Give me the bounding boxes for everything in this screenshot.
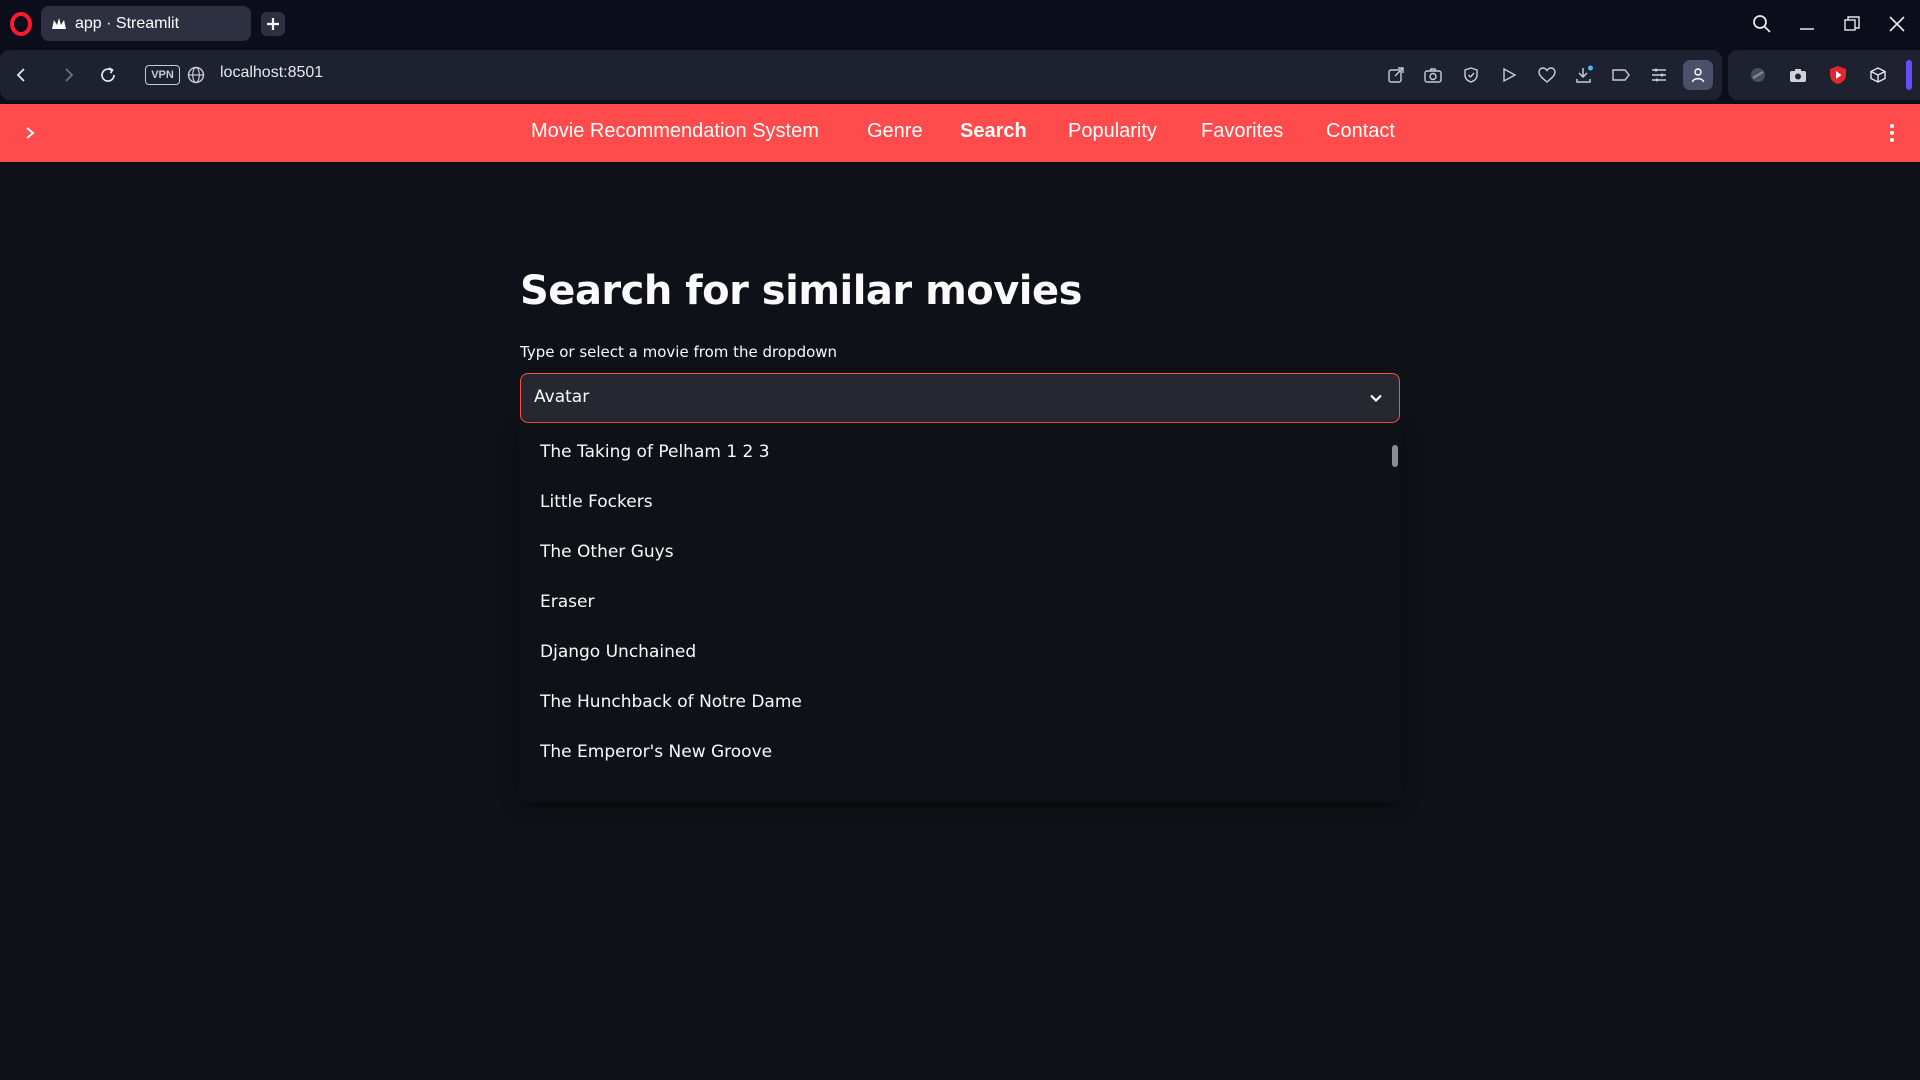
tab-title: app · Streamlit xyxy=(75,14,180,32)
selected-movie-value: Avatar xyxy=(534,387,590,407)
streamlit-favicon-icon xyxy=(51,17,67,31)
dropdown-option[interactable]: Eraser xyxy=(540,577,1380,627)
chevron-down-icon[interactable] xyxy=(1367,389,1385,407)
nav-item-popularity[interactable]: Popularity xyxy=(1068,120,1157,143)
easy-setup-menu-icon[interactable] xyxy=(1647,63,1671,87)
nav-item-search[interactable]: Search xyxy=(960,120,1027,143)
tab-snooze-icon[interactable] xyxy=(1609,63,1633,87)
heart-icon[interactable] xyxy=(1535,63,1559,87)
dropdown-scrollbar[interactable] xyxy=(1392,445,1398,467)
opera-logo-icon[interactable] xyxy=(9,12,33,36)
shield-icon[interactable] xyxy=(1459,63,1483,87)
nav-item-favorites[interactable]: Favorites xyxy=(1201,120,1283,143)
reload-icon[interactable] xyxy=(96,63,120,87)
forward-icon[interactable] xyxy=(56,63,80,87)
url-field[interactable]: localhost:8501 xyxy=(220,64,323,82)
extensions-area xyxy=(1728,50,1920,100)
movie-selectbox[interactable]: Avatar xyxy=(520,373,1400,423)
play-icon[interactable] xyxy=(1497,63,1521,87)
vpn-badge[interactable]: VPN xyxy=(145,65,180,85)
page-title: Search for similar movies xyxy=(520,268,1082,314)
camera-extension-icon[interactable] xyxy=(1786,63,1810,87)
nav-item-contact[interactable]: Contact xyxy=(1326,120,1395,143)
new-tab-button[interactable] xyxy=(261,12,285,36)
option-menu-bar: Movie Recommendation System Genre Search… xyxy=(0,104,1920,162)
browser-tab[interactable]: app · Streamlit xyxy=(41,6,251,41)
minimize-icon[interactable] xyxy=(1795,12,1819,36)
restore-icon[interactable] xyxy=(1840,12,1864,36)
dropdown-option-partial[interactable] xyxy=(540,777,1380,801)
nav-item-home[interactable]: Movie Recommendation System xyxy=(531,120,819,143)
dropdown-option[interactable]: The Taking of Pelham 1 2 3 xyxy=(540,427,1380,477)
browser-tab-bar: app · Streamlit xyxy=(0,0,1920,50)
extension-circle-icon[interactable] xyxy=(1746,63,1770,87)
downloads-icon[interactable] xyxy=(1572,63,1596,87)
profile-avatar-button[interactable] xyxy=(1683,60,1713,90)
site-info-globe-icon[interactable] xyxy=(186,65,206,85)
main-menu-kebab-icon[interactable] xyxy=(1880,121,1904,145)
back-icon[interactable] xyxy=(10,63,34,87)
close-window-icon[interactable] xyxy=(1885,12,1909,36)
dropdown-option[interactable]: The Emperor's New Groove xyxy=(540,727,1380,777)
browser-toolbar: VPN localhost:8501 xyxy=(0,50,1920,100)
dropdown-option[interactable]: Django Unchained xyxy=(540,627,1380,677)
dropdown-option[interactable]: Little Fockers xyxy=(540,477,1380,527)
red-shield-extension-icon[interactable] xyxy=(1826,63,1850,87)
movie-dropdown-list[interactable]: The Taking of Pelham 1 2 3 Little Focker… xyxy=(520,427,1400,801)
snapshot-camera-icon[interactable] xyxy=(1421,63,1445,87)
select-label: Type or select a movie from the dropdown xyxy=(520,343,838,361)
sidebar-indicator xyxy=(1906,60,1912,90)
nav-item-genre[interactable]: Genre xyxy=(867,120,923,143)
dropdown-option[interactable]: The Hunchback of Notre Dame xyxy=(540,677,1380,727)
dropdown-option[interactable]: The Other Guys xyxy=(540,527,1380,577)
app-header: Movie Recommendation System Genre Search… xyxy=(0,104,1920,162)
browser-search-icon[interactable] xyxy=(1750,12,1774,36)
extensions-cube-icon[interactable] xyxy=(1866,63,1890,87)
address-bar-container: VPN localhost:8501 xyxy=(0,50,1722,100)
share-icon[interactable] xyxy=(1384,63,1408,87)
